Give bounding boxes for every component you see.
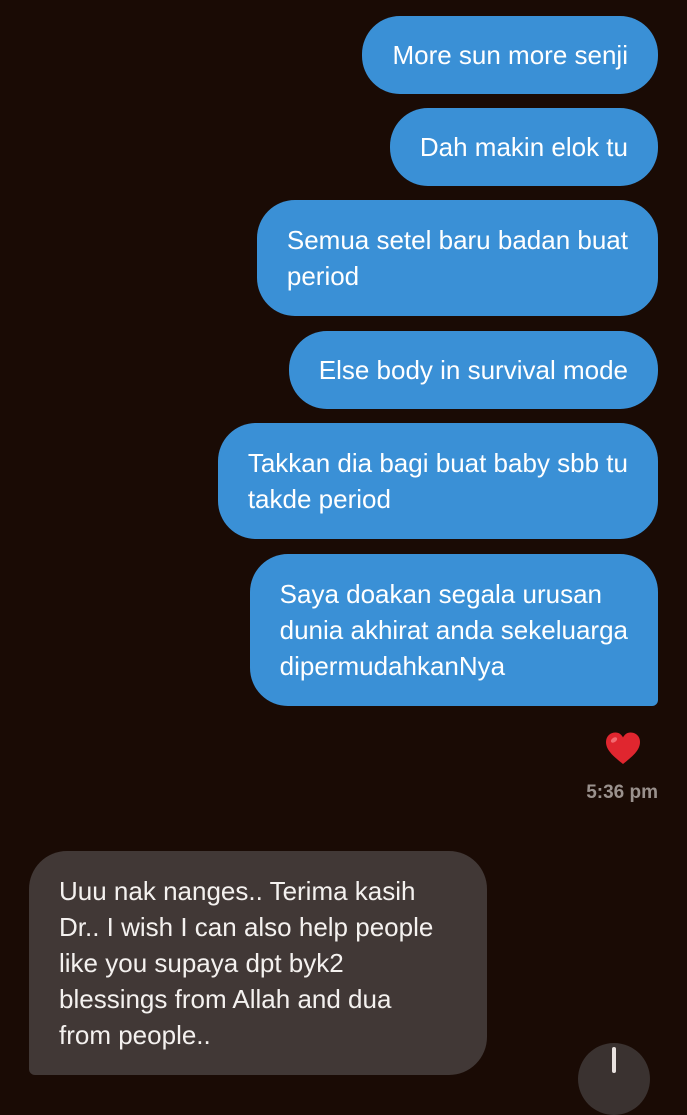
arrow-down-icon bbox=[612, 1047, 616, 1073]
outgoing-message[interactable]: Dah makin elok tu bbox=[389, 108, 658, 186]
message-thread: More sun more senji Dah makin elok tu Se… bbox=[0, 0, 687, 1115]
outgoing-message[interactable]: Takkan dia bagi buat baby sbb tu takde p… bbox=[217, 423, 658, 539]
incoming-message[interactable]: Uuu nak nanges.. Terima kasih Dr.. I wis… bbox=[29, 851, 487, 1075]
message-timestamp: 5:36 pm bbox=[586, 782, 658, 803]
scroll-to-bottom-button[interactable] bbox=[578, 1043, 650, 1115]
outgoing-message[interactable]: More sun more senji bbox=[362, 16, 658, 94]
heart-reaction-glyph bbox=[606, 732, 640, 764]
red-heart-icon[interactable] bbox=[605, 731, 641, 767]
outgoing-message[interactable]: Semua setel baru badan buat period bbox=[256, 200, 658, 316]
outgoing-message[interactable]: Else body in survival mode bbox=[288, 331, 658, 409]
outgoing-message[interactable]: Saya doakan segala urusan dunia akhirat … bbox=[249, 554, 658, 706]
